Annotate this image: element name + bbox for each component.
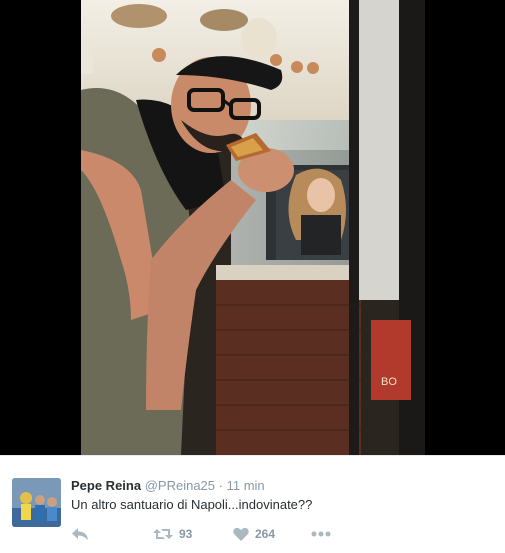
tweet-media[interactable]: BO <box>0 0 505 455</box>
author-handle[interactable]: @PReina25 <box>145 478 215 493</box>
more-button[interactable] <box>311 525 331 543</box>
photo-illustration: BO <box>81 0 425 455</box>
heart-icon <box>233 527 249 541</box>
like-count: 264 <box>255 527 276 541</box>
header-separator: · <box>218 478 223 493</box>
tweet-text: Un altro santuario di Napoli...indovinat… <box>71 497 313 512</box>
tweet-timestamp[interactable]: 11 min <box>227 478 265 493</box>
tweet-header: Pepe Reina @PReina25 · 11 min <box>71 478 265 493</box>
tweet-actions: 93 264 <box>71 525 491 543</box>
retweet-icon <box>153 529 173 539</box>
like-button[interactable]: 264 <box>233 525 275 543</box>
author-name[interactable]: Pepe Reina <box>71 478 141 493</box>
more-icon <box>311 531 331 537</box>
retweet-button[interactable]: 93 <box>153 525 192 543</box>
tweet-photo[interactable]: BO <box>81 0 425 455</box>
reply-icon <box>72 528 88 540</box>
reply-button[interactable] <box>71 525 89 543</box>
retweet-count: 93 <box>179 527 193 541</box>
avatar-image <box>12 478 61 527</box>
crate-sign: BO <box>381 376 397 388</box>
avatar[interactable] <box>12 478 61 527</box>
tweet-card: Pepe Reina @PReina25 · 11 min Un altro s… <box>0 455 505 553</box>
